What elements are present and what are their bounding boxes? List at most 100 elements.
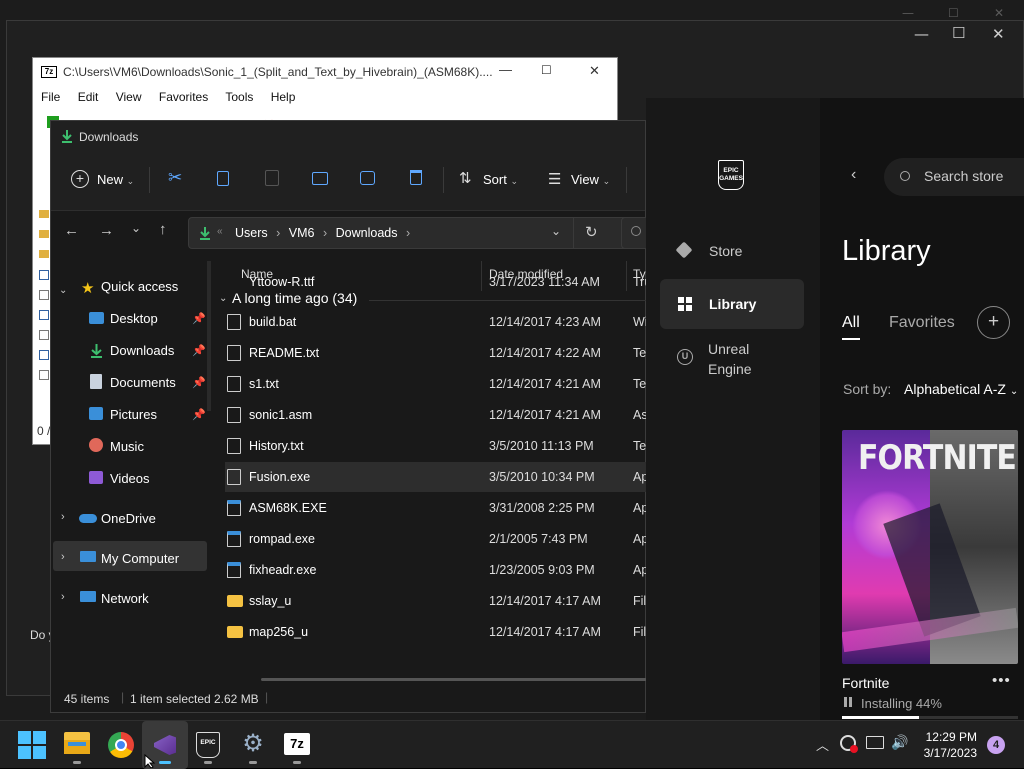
- address-dropdown-icon[interactable]: ⌄: [551, 224, 561, 238]
- game-title[interactable]: Fortnite: [842, 675, 889, 691]
- pin-icon[interactable]: 📌: [192, 312, 206, 325]
- copy-icon[interactable]: [217, 171, 229, 186]
- sevenzip-close-button[interactable]: ✕: [589, 63, 600, 79]
- search-box[interactable]: [621, 217, 647, 249]
- forward-arrow-icon[interactable]: →: [99, 222, 114, 239]
- refresh-icon[interactable]: ↻: [585, 223, 598, 241]
- table-row[interactable]: rompad.exe 2/1/2005 7:43 PM Ap: [225, 524, 647, 554]
- sevenzip-menu-tools[interactable]: Tools: [225, 90, 253, 104]
- table-row[interactable]: s1.txt 12/14/2017 4:21 AM Tex: [225, 369, 647, 399]
- notification-badge[interactable]: 4: [987, 736, 1005, 754]
- breadcrumb-users[interactable]: Users: [235, 226, 268, 240]
- clock-date[interactable]: 3/17/2023: [919, 746, 977, 760]
- explorer-titlebar[interactable]: Downloads: [51, 121, 645, 151]
- nav-my-computer[interactable]: My Computer: [101, 551, 179, 566]
- paste-icon[interactable]: [265, 170, 279, 186]
- sort-button[interactable]: Sort ⌄: [483, 172, 518, 187]
- tab-favorites[interactable]: Favorites: [889, 314, 955, 332]
- clock-time[interactable]: 12:29 PM: [919, 730, 977, 744]
- table-row[interactable]: sslay_u 12/14/2017 4:17 AM Fil: [225, 586, 647, 616]
- table-row[interactable]: README.txt 12/14/2017 4:22 AM Tex: [225, 338, 647, 368]
- sevenzip-menu-view[interactable]: View: [116, 90, 142, 104]
- fortnite-cover-art[interactable]: FORTNITE: [842, 430, 1018, 664]
- nav-store[interactable]: Store: [709, 243, 742, 259]
- nav-downloads[interactable]: Downloads: [110, 343, 174, 358]
- breadcrumb-vm6[interactable]: VM6: [289, 226, 315, 240]
- sevenzip-maximize-button[interactable]: ☐: [541, 63, 552, 77]
- view-icon[interactable]: ☰: [548, 170, 561, 188]
- window-maximize-button[interactable]: ☐: [952, 24, 965, 42]
- window-minimize-button[interactable]: —: [914, 25, 929, 43]
- epic-games-taskbar-icon[interactable]: EPIC: [196, 732, 220, 758]
- tab-all[interactable]: All: [842, 314, 860, 332]
- nav-documents[interactable]: Documents: [110, 375, 176, 390]
- address-bar[interactable]: « Users › VM6 › Downloads › ⌄ ↻: [188, 217, 631, 249]
- pin-icon[interactable]: 📌: [192, 408, 206, 421]
- table-row[interactable]: fixheadr.exe 1/23/2005 9:03 PM Ap: [225, 555, 647, 585]
- nav-pictures[interactable]: Pictures: [110, 407, 157, 422]
- network-tray-icon[interactable]: [866, 736, 884, 749]
- nav-network[interactable]: Network: [101, 591, 149, 606]
- sync-icon[interactable]: [840, 735, 858, 753]
- sevenzip-menu-edit[interactable]: Edit: [78, 90, 99, 104]
- table-row[interactable]: History.txt 3/5/2010 11:13 PM Tex: [225, 431, 647, 461]
- delete-icon[interactable]: [410, 170, 422, 185]
- epic-games-launcher-window[interactable]: EPIC GAMES Store Library U Unreal Engine…: [646, 98, 1024, 720]
- sevenzip-menu-file[interactable]: File: [41, 90, 60, 104]
- window-close-button[interactable]: ✕: [992, 25, 1005, 43]
- add-collection-button[interactable]: +: [977, 306, 1010, 339]
- new-button[interactable]: New ⌄: [97, 172, 134, 187]
- quick-access-expand-icon[interactable]: ⌄: [59, 285, 67, 296]
- epic-logo-icon[interactable]: EPIC GAMES: [718, 160, 744, 190]
- view-button[interactable]: View ⌄: [571, 172, 610, 187]
- rename-icon[interactable]: [312, 172, 328, 185]
- sort-dropdown[interactable]: Alphabetical A-Z ⌄: [904, 381, 1018, 397]
- nav-music[interactable]: Music: [110, 439, 144, 454]
- breadcrumb-downloads[interactable]: Downloads: [336, 226, 398, 240]
- pin-icon[interactable]: 📌: [192, 376, 206, 389]
- show-hidden-icons-chevron[interactable]: ︿: [816, 735, 829, 754]
- new-plus-icon[interactable]: +: [71, 170, 89, 188]
- bg-maximize-button[interactable]: ☐: [948, 6, 959, 20]
- back-chevron-icon[interactable]: ‹: [851, 166, 856, 184]
- sort-icon[interactable]: ⇅: [459, 169, 472, 187]
- nav-quick-access[interactable]: Quick access: [101, 279, 178, 294]
- recent-locations-chevron-icon[interactable]: ⌄: [131, 221, 141, 235]
- bg-minimize-button[interactable]: —: [902, 6, 914, 20]
- network-expand-icon[interactable]: ›: [61, 591, 65, 603]
- group-collapse-icon[interactable]: ⌄: [219, 293, 227, 304]
- settings-gear-icon[interactable]: ⚙: [240, 731, 266, 757]
- sevenzip-menu-favorites[interactable]: Favorites: [159, 90, 208, 104]
- nav-library[interactable]: Library: [709, 296, 756, 312]
- sevenzip-menu-help[interactable]: Help: [271, 90, 296, 104]
- cut-icon[interactable]: ✂: [168, 168, 182, 188]
- table-row[interactable]: Yttoow-R.ttf 3/17/2023 11:34 AM Tru: [225, 275, 647, 289]
- my-computer-expand-icon[interactable]: ›: [61, 551, 65, 563]
- 7zip-taskbar-icon[interactable]: 7z: [284, 733, 310, 755]
- bg-close-button[interactable]: ✕: [994, 6, 1004, 20]
- start-button[interactable]: [18, 731, 46, 759]
- game-options-button[interactable]: •••: [992, 672, 1011, 689]
- share-icon[interactable]: [360, 171, 375, 185]
- overflow-chevron-icon[interactable]: «: [217, 226, 223, 237]
- pause-icon[interactable]: [844, 696, 854, 708]
- file-explorer-window[interactable]: Downloads + New ⌄ ✂ ⇅ Sort ⌄ ☰ View ⌄ ← …: [50, 120, 647, 713]
- table-row[interactable]: build.bat 12/14/2017 4:23 AM Wi: [225, 307, 647, 337]
- pin-icon[interactable]: 📌: [192, 344, 206, 357]
- table-row[interactable]: map256_u 12/14/2017 4:17 AM Fil: [225, 617, 647, 647]
- table-row-selected[interactable]: Fusion.exe 3/5/2010 10:34 PM Ap: [225, 462, 647, 492]
- nav-videos[interactable]: Videos: [110, 471, 150, 486]
- volume-icon[interactable]: 🔊: [891, 734, 908, 751]
- sevenzip-minimize-button[interactable]: —: [499, 62, 512, 77]
- table-row[interactable]: sonic1.asm 12/14/2017 4:21 AM As: [225, 400, 647, 430]
- table-row[interactable]: ASM68K.EXE 3/31/2008 2:25 PM Ap: [225, 493, 647, 523]
- onedrive-expand-icon[interactable]: ›: [61, 511, 65, 523]
- store-search-box[interactable]: Search store: [884, 158, 1024, 196]
- nav-unreal-engine[interactable]: Unreal Engine: [708, 339, 752, 379]
- nav-onedrive[interactable]: OneDrive: [101, 511, 156, 526]
- up-arrow-icon[interactable]: ↑: [159, 221, 167, 238]
- back-arrow-icon[interactable]: ←: [64, 222, 79, 239]
- nav-desktop[interactable]: Desktop: [110, 311, 158, 326]
- horizontal-scrollbar[interactable]: [261, 678, 647, 681]
- file-explorer-taskbar-icon[interactable]: [64, 732, 90, 754]
